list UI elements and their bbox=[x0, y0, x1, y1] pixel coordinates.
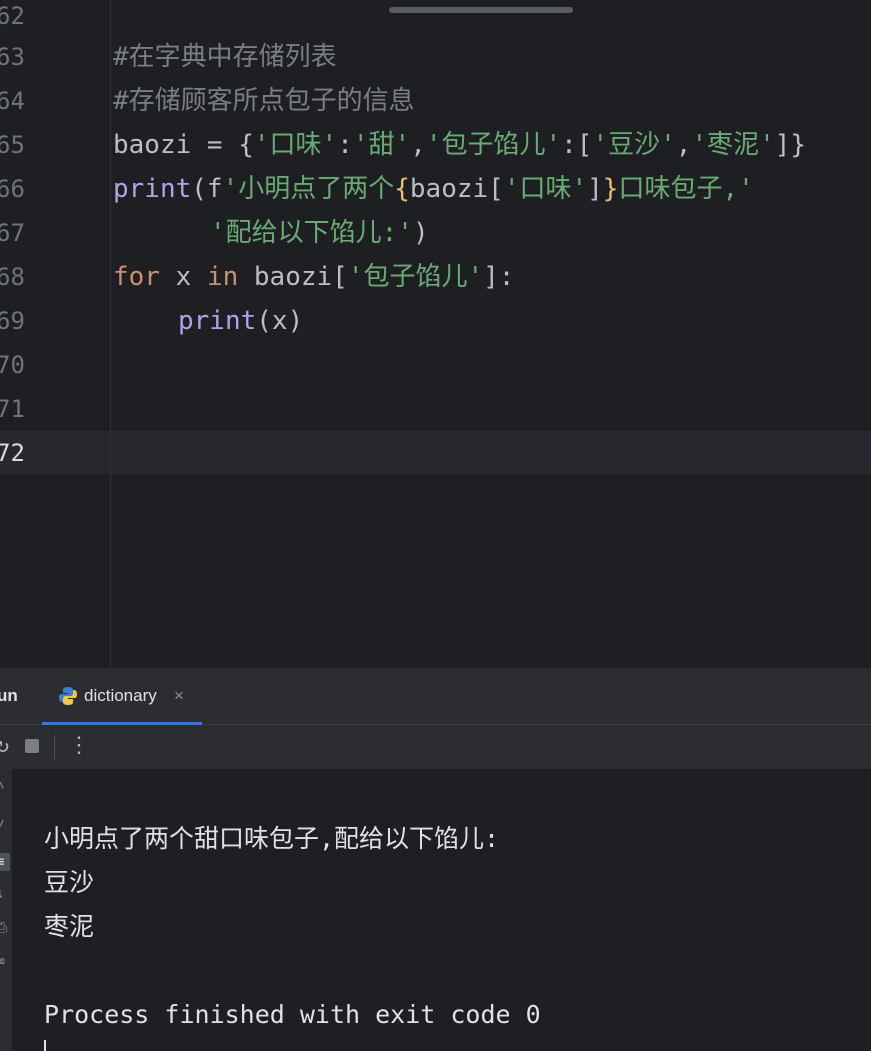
token-string: '甜' bbox=[352, 130, 411, 160]
close-icon[interactable]: × bbox=[174, 668, 184, 724]
print-icon[interactable]: ⎙ bbox=[0, 919, 10, 937]
token-punct: ) bbox=[412, 218, 429, 248]
token-punct: ] bbox=[587, 174, 603, 204]
token-punct: : bbox=[337, 130, 353, 160]
code-editor[interactable]: 62 63 #在字典中存储列表 64 #存储顾客所点包子的信息 65 baozi… bbox=[0, 0, 871, 668]
token-operator: = bbox=[191, 130, 239, 160]
line-number: 71 bbox=[0, 395, 25, 423]
code-line[interactable]: 69 print(x) bbox=[0, 299, 871, 343]
tab-dictionary[interactable]: dictionary × bbox=[42, 668, 202, 725]
code-line[interactable]: 62 bbox=[0, 0, 871, 38]
token-punct: ]: bbox=[483, 262, 515, 292]
run-tool-window: un dictionary × ↻ ⋮ ˄ ˅ ≡ ⇣ ⎙ ⌫ 小明点了两个甜口… bbox=[0, 668, 871, 1051]
code-text: for x in baozi['包子馅儿']: bbox=[113, 255, 514, 299]
token-identifier: x bbox=[159, 262, 207, 292]
tab-label: dictionary bbox=[84, 686, 157, 705]
line-number: 66 bbox=[0, 175, 25, 203]
console-line: 枣泥 bbox=[44, 912, 95, 941]
code-text: '配给以下馅儿:') bbox=[210, 211, 429, 255]
comment-text: #在字典中存储列表 bbox=[113, 42, 337, 72]
code-text: print(f'小明点了两个{baozi['口味']}口味包子,' bbox=[113, 167, 754, 211]
token-string: '包子馅儿' bbox=[425, 130, 562, 160]
run-toolbar: ↻ ⋮ bbox=[0, 725, 871, 769]
token-brace: } bbox=[602, 174, 619, 204]
code-line[interactable]: 63 #在字典中存储列表 bbox=[0, 35, 871, 79]
comment-text: #存储顾客所点包子的信息 bbox=[113, 86, 415, 116]
console-output[interactable]: 小明点了两个甜口味包子,配给以下馅儿: 豆沙 枣泥 Process finish… bbox=[44, 817, 541, 1037]
line-number: 68 bbox=[0, 263, 25, 291]
rerun-icon[interactable]: ↻ bbox=[0, 733, 9, 759]
token-keyword: in bbox=[206, 262, 239, 292]
soft-wrap-icon[interactable]: ≡ bbox=[0, 853, 10, 871]
code-line[interactable]: 67 '配给以下馅儿:') bbox=[0, 211, 871, 255]
code-line[interactable]: 64 #存储顾客所点包子的信息 bbox=[0, 79, 871, 123]
code-line[interactable]: 72 bbox=[0, 431, 871, 475]
token-function: print bbox=[178, 306, 257, 336]
token-brace: { bbox=[394, 174, 410, 204]
toolbar-divider bbox=[54, 735, 55, 759]
token-string: '包子馅儿' bbox=[347, 262, 484, 292]
token-string: '配给以下馅儿:' bbox=[210, 218, 413, 248]
token-string: '口味' bbox=[253, 130, 338, 160]
token-string: '小明点了两个 bbox=[222, 174, 395, 204]
down-icon[interactable]: ˅ bbox=[0, 815, 10, 833]
token-function: print bbox=[113, 174, 192, 204]
line-number: 63 bbox=[0, 43, 25, 71]
token-punct: :[ bbox=[561, 130, 593, 160]
token-keyword: for bbox=[113, 262, 160, 292]
token-punct: ]} bbox=[774, 130, 807, 160]
token-punct: , bbox=[675, 130, 692, 160]
token-identifier: baozi[ bbox=[238, 262, 348, 292]
python-file-icon bbox=[59, 687, 77, 705]
line-number: 70 bbox=[0, 351, 25, 379]
run-title: un bbox=[0, 686, 18, 705]
run-side-toolbar: ˄ ˅ ≡ ⇣ ⎙ ⌫ bbox=[0, 769, 12, 1051]
line-number: 64 bbox=[0, 87, 25, 115]
trash-icon[interactable]: ⌫ bbox=[0, 953, 10, 971]
scroll-to-end-icon[interactable]: ⇣ bbox=[0, 885, 10, 903]
token-string: 口味包子,' bbox=[618, 174, 754, 204]
code-line[interactable]: 66 print(f'小明点了两个{baozi['口味']}口味包子,' bbox=[0, 167, 871, 211]
stop-icon[interactable] bbox=[25, 739, 39, 753]
line-number: 62 bbox=[0, 2, 25, 30]
token-punct: (f bbox=[191, 174, 223, 204]
line-number: 65 bbox=[0, 131, 25, 159]
code-text: baozi = {'口味':'甜','包子馅儿':['豆沙','枣泥']} bbox=[113, 123, 806, 167]
console-line: 豆沙 bbox=[44, 868, 95, 897]
code-line[interactable]: 71 bbox=[0, 387, 871, 431]
code-text: print(x) bbox=[178, 299, 303, 343]
run-header: un dictionary × bbox=[0, 668, 871, 725]
code-line[interactable]: 70 bbox=[0, 343, 871, 387]
token-string: '豆沙' bbox=[592, 130, 676, 160]
up-icon[interactable]: ˄ bbox=[0, 777, 10, 795]
text-cursor bbox=[44, 1040, 46, 1051]
console-line: 小明点了两个甜口味包子,配给以下馅儿: bbox=[44, 824, 500, 853]
token-punct: , bbox=[410, 130, 426, 160]
token-string: '枣泥' bbox=[691, 130, 775, 160]
console-line: Process finished with exit code 0 bbox=[44, 1000, 541, 1029]
token-identifier: baozi bbox=[113, 130, 192, 160]
line-number: 69 bbox=[0, 307, 25, 335]
code-line[interactable]: 65 baozi = {'口味':'甜','包子馅儿':['豆沙','枣泥']} bbox=[0, 123, 871, 167]
line-number: 67 bbox=[0, 219, 25, 247]
token-punct: (x) bbox=[256, 306, 304, 336]
line-number: 72 bbox=[0, 439, 25, 467]
code-line[interactable]: 68 for x in baozi['包子馅儿']: bbox=[0, 255, 871, 299]
token-punct: { bbox=[238, 130, 254, 160]
more-options-icon[interactable]: ⋮ bbox=[68, 731, 90, 761]
token-string: '口味' bbox=[503, 174, 588, 204]
token-identifier: baozi[ bbox=[409, 174, 504, 204]
